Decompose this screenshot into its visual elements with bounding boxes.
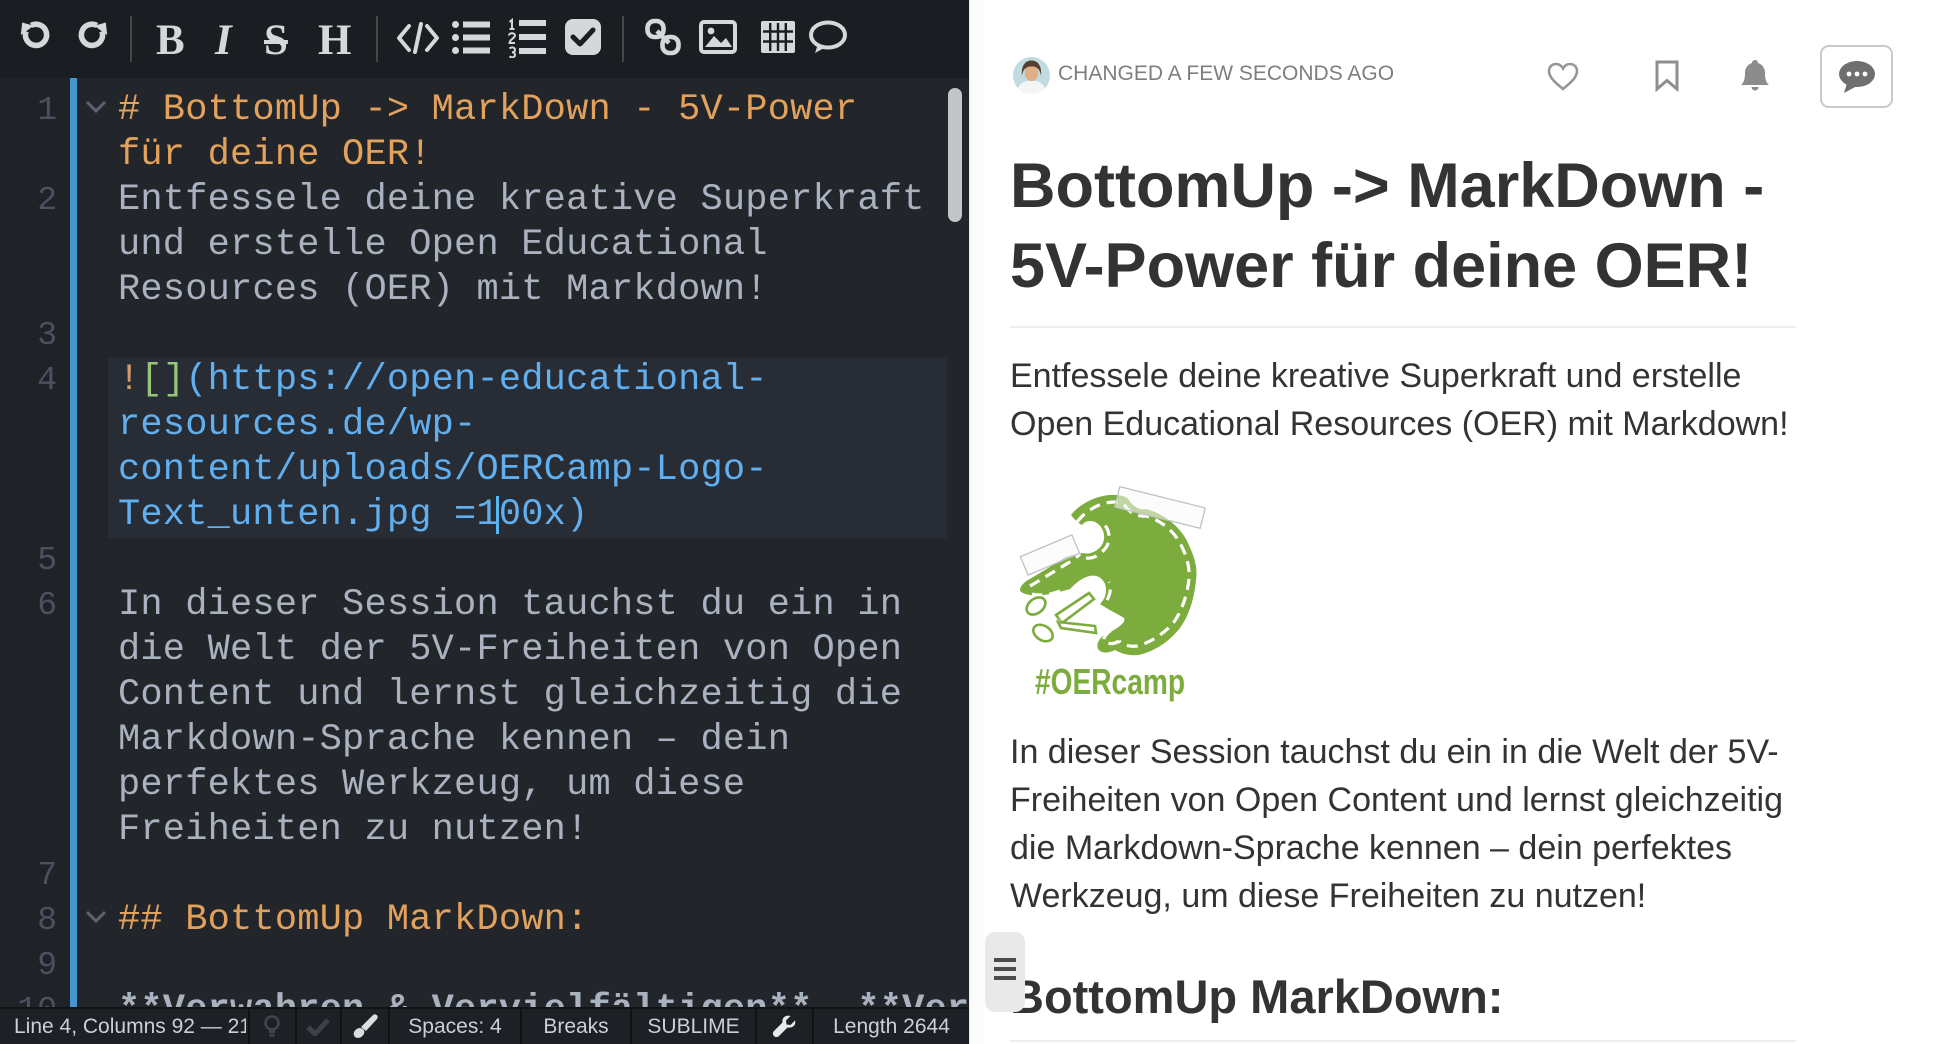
svg-text:#OERcamp: #OERcamp (1035, 661, 1185, 702)
